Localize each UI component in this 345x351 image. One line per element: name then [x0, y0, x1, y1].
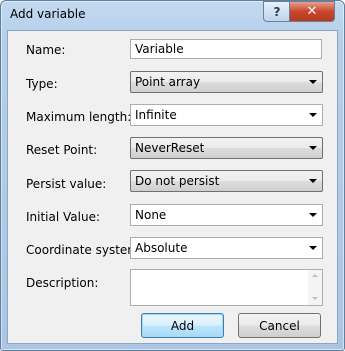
- description-label: Description:: [26, 276, 99, 290]
- max-length-label: Maximum length:: [26, 110, 132, 124]
- initial-value-combo[interactable]: None: [130, 204, 323, 226]
- reset-point-value: NeverReset: [135, 141, 205, 155]
- help-icon: ?: [273, 4, 281, 19]
- reset-point-label: Reset Point:: [26, 143, 98, 157]
- add-button[interactable]: Add: [141, 313, 224, 338]
- help-button[interactable]: ?: [263, 1, 291, 22]
- persist-value-label: Persist value:: [26, 177, 107, 191]
- close-icon: ✕: [306, 4, 318, 19]
- chevron-down-icon[interactable]: [309, 213, 317, 217]
- max-length-combo[interactable]: Infinite: [130, 104, 323, 126]
- name-input[interactable]: Variable: [130, 39, 322, 59]
- chevron-down-icon[interactable]: [309, 246, 317, 250]
- type-label: Type:: [26, 77, 58, 91]
- title-bar[interactable]: Add variable ? ✕: [1, 1, 344, 31]
- scroll-up-icon[interactable]: [312, 274, 318, 277]
- reset-point-select[interactable]: NeverReset: [130, 137, 323, 159]
- persist-value-select[interactable]: Do not persist: [130, 170, 323, 192]
- coordinate-system-value: Absolute: [135, 241, 188, 255]
- description-textarea[interactable]: [130, 269, 323, 306]
- type-select-value: Point array: [135, 75, 201, 89]
- dialog-body: Name: Variable Type: Point array Maximum…: [7, 30, 338, 344]
- add-button-label: Add: [170, 318, 195, 333]
- description-scrollbar[interactable]: [308, 270, 322, 305]
- chevron-down-icon: [309, 146, 317, 150]
- persist-value-value: Do not persist: [135, 174, 220, 188]
- type-select[interactable]: Point array: [130, 71, 323, 93]
- initial-value-value: None: [135, 208, 167, 222]
- chevron-down-icon: [309, 179, 317, 183]
- chevron-down-icon: [309, 80, 317, 84]
- scroll-down-icon[interactable]: [312, 297, 318, 300]
- close-button[interactable]: ✕: [289, 1, 335, 22]
- coordinate-system-combo[interactable]: Absolute: [130, 237, 323, 259]
- initial-value-label: Initial Value:: [26, 210, 101, 224]
- max-length-value: Infinite: [135, 108, 177, 122]
- chevron-down-icon[interactable]: [309, 113, 317, 117]
- window-title: Add variable: [10, 7, 86, 21]
- add-variable-dialog: Add variable ? ✕ Name: Variable Type: Po…: [0, 0, 345, 351]
- cancel-button[interactable]: Cancel: [238, 313, 321, 338]
- coordinate-system-label: Coordinate system:: [26, 243, 144, 257]
- name-label: Name:: [26, 43, 66, 57]
- cancel-button-label: Cancel: [259, 318, 300, 333]
